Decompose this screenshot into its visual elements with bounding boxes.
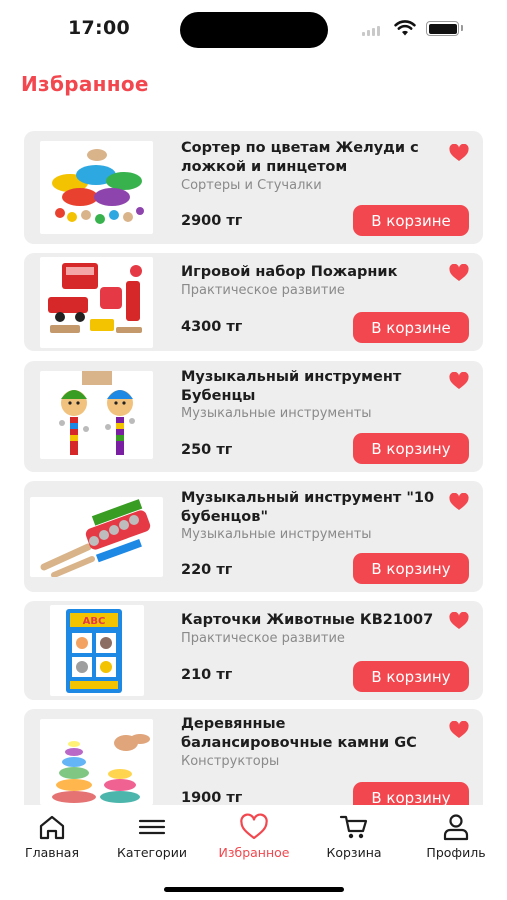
product-image xyxy=(40,257,153,348)
product-title[interactable]: Музыкальный инструмент "10 бубенцов" xyxy=(181,489,441,527)
wifi-icon xyxy=(394,20,416,36)
favorite-card[interactable]: Деревянные балансировочные камни GC Конс… xyxy=(24,709,483,805)
favorite-card[interactable]: Сортер по цветам Желуди с ложкой и пинце… xyxy=(24,131,483,244)
product-image: ABC xyxy=(50,605,144,696)
favorite-card[interactable]: ABC Карточки Животные КВ21007 Практическ… xyxy=(24,601,483,700)
product-title[interactable]: Игровой набор Пожарник xyxy=(181,263,441,282)
favorite-heart-icon[interactable] xyxy=(449,372,469,390)
product-category: Музыкальные инструменты xyxy=(181,527,372,542)
product-price: 210 тг xyxy=(181,667,233,683)
battery-icon xyxy=(426,21,459,36)
product-image xyxy=(30,497,163,577)
tab-label: Избранное xyxy=(218,845,290,860)
tab-home[interactable]: Главная xyxy=(2,813,102,860)
product-image xyxy=(40,141,153,234)
status-time: 17:00 xyxy=(68,17,130,39)
product-title[interactable]: Музыкальный инструмент Бубенцы xyxy=(181,368,441,406)
home-icon xyxy=(39,815,65,840)
favorite-card[interactable]: Музыкальный инструмент Бубенцы Музыкальн… xyxy=(24,361,483,472)
menu-icon xyxy=(138,819,166,835)
tab-label: Профиль xyxy=(426,845,486,860)
tab-label: Категории xyxy=(117,845,187,860)
product-price: 4300 тг xyxy=(181,319,243,335)
tab-bar: Главная Категории Избранное Корзина Проф… xyxy=(0,805,507,900)
product-title[interactable]: Деревянные балансировочные камни GC xyxy=(181,715,441,753)
add-to-cart-button[interactable]: В корзину xyxy=(353,782,469,805)
in-cart-button[interactable]: В корзине xyxy=(353,312,469,343)
product-image xyxy=(40,719,153,805)
status-bar: 17:00 xyxy=(0,0,507,58)
add-to-cart-button[interactable]: В корзину xyxy=(353,433,469,464)
cellular-signal-icon xyxy=(362,26,380,36)
user-icon xyxy=(443,814,469,841)
product-title[interactable]: Карточки Животные КВ21007 xyxy=(181,611,441,630)
favorite-heart-icon[interactable] xyxy=(449,264,469,282)
svg-text:ABC: ABC xyxy=(83,616,106,627)
tab-cart[interactable]: Корзина xyxy=(304,813,404,860)
favorite-heart-icon[interactable] xyxy=(449,721,469,739)
home-indicator xyxy=(164,887,344,892)
product-category: Конструкторы xyxy=(181,754,280,769)
favorite-card[interactable]: Игровой набор Пожарник Практическое разв… xyxy=(24,253,483,351)
product-price: 1900 тг xyxy=(181,790,243,805)
favorites-list[interactable]: Сортер по цветам Желуди с ложкой и пинце… xyxy=(24,130,483,805)
tab-categories[interactable]: Категории xyxy=(102,813,202,860)
favorite-card[interactable]: Музыкальный инструмент "10 бубенцов" Муз… xyxy=(24,481,483,592)
product-price: 250 тг xyxy=(181,442,233,458)
product-category: Практическое развитие xyxy=(181,283,345,298)
product-category: Музыкальные инструменты xyxy=(181,406,372,421)
tab-label: Корзина xyxy=(326,845,382,860)
product-category: Сортеры и Стучалки xyxy=(181,178,322,193)
favorite-heart-icon[interactable] xyxy=(449,612,469,630)
cart-icon xyxy=(339,815,368,839)
add-to-cart-button[interactable]: В корзину xyxy=(353,661,469,692)
dynamic-island xyxy=(180,12,328,48)
heart-icon xyxy=(240,813,268,840)
in-cart-button[interactable]: В корзине xyxy=(353,205,469,236)
favorite-heart-icon[interactable] xyxy=(449,144,469,162)
product-price: 220 тг xyxy=(181,562,233,578)
tab-profile[interactable]: Профиль xyxy=(406,813,506,860)
tab-label: Главная xyxy=(25,845,79,860)
product-category: Практическое развитие xyxy=(181,631,345,646)
page-title: Избранное xyxy=(21,72,149,96)
product-image xyxy=(40,371,153,459)
favorite-heart-icon[interactable] xyxy=(449,493,469,511)
product-price: 2900 тг xyxy=(181,213,243,229)
tab-favorites[interactable]: Избранное xyxy=(204,813,304,860)
add-to-cart-button[interactable]: В корзину xyxy=(353,553,469,584)
product-title[interactable]: Сортер по цветам Желуди с ложкой и пинце… xyxy=(181,139,441,177)
